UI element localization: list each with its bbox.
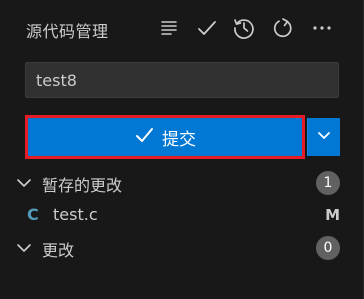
file-status-modified: M bbox=[325, 206, 340, 224]
file-name: test.c bbox=[53, 205, 98, 224]
chevron-down-icon bbox=[316, 127, 332, 147]
panel-header: 源代码管理 bbox=[0, 0, 364, 58]
changes-group[interactable]: 更改 0 bbox=[0, 233, 364, 263]
chevron-down-icon bbox=[16, 240, 32, 256]
commit-message-input[interactable] bbox=[25, 62, 339, 98]
commit-dropdown-button[interactable] bbox=[307, 118, 340, 156]
commit-check-icon[interactable] bbox=[193, 14, 221, 42]
more-actions-icon[interactable] bbox=[308, 14, 336, 42]
c-file-icon: C bbox=[27, 205, 39, 224]
staged-changes-group[interactable]: 暂存的更改 1 bbox=[0, 168, 364, 198]
view-as-tree-icon[interactable] bbox=[155, 14, 183, 42]
refresh-icon[interactable] bbox=[269, 14, 297, 42]
commit-button-highlight: 提交 bbox=[25, 115, 305, 159]
staged-changes-label: 暂存的更改 bbox=[42, 176, 123, 195]
panel-title: 源代码管理 bbox=[26, 22, 109, 41]
checkmark-icon bbox=[134, 125, 154, 150]
source-control-panel: 源代码管理 test8 提交 暂存的更改 1 C test.c M 更改 0 bbox=[0, 0, 364, 299]
commit-button[interactable]: 提交 bbox=[31, 121, 299, 153]
history-icon[interactable] bbox=[230, 14, 258, 42]
changes-label: 更改 bbox=[42, 241, 75, 260]
file-item[interactable]: C test.c M bbox=[0, 201, 364, 231]
chevron-down-icon bbox=[16, 175, 32, 191]
staged-count-badge: 1 bbox=[316, 171, 340, 195]
changes-count-badge: 0 bbox=[316, 236, 340, 260]
commit-button-label: 提交 bbox=[162, 129, 196, 150]
